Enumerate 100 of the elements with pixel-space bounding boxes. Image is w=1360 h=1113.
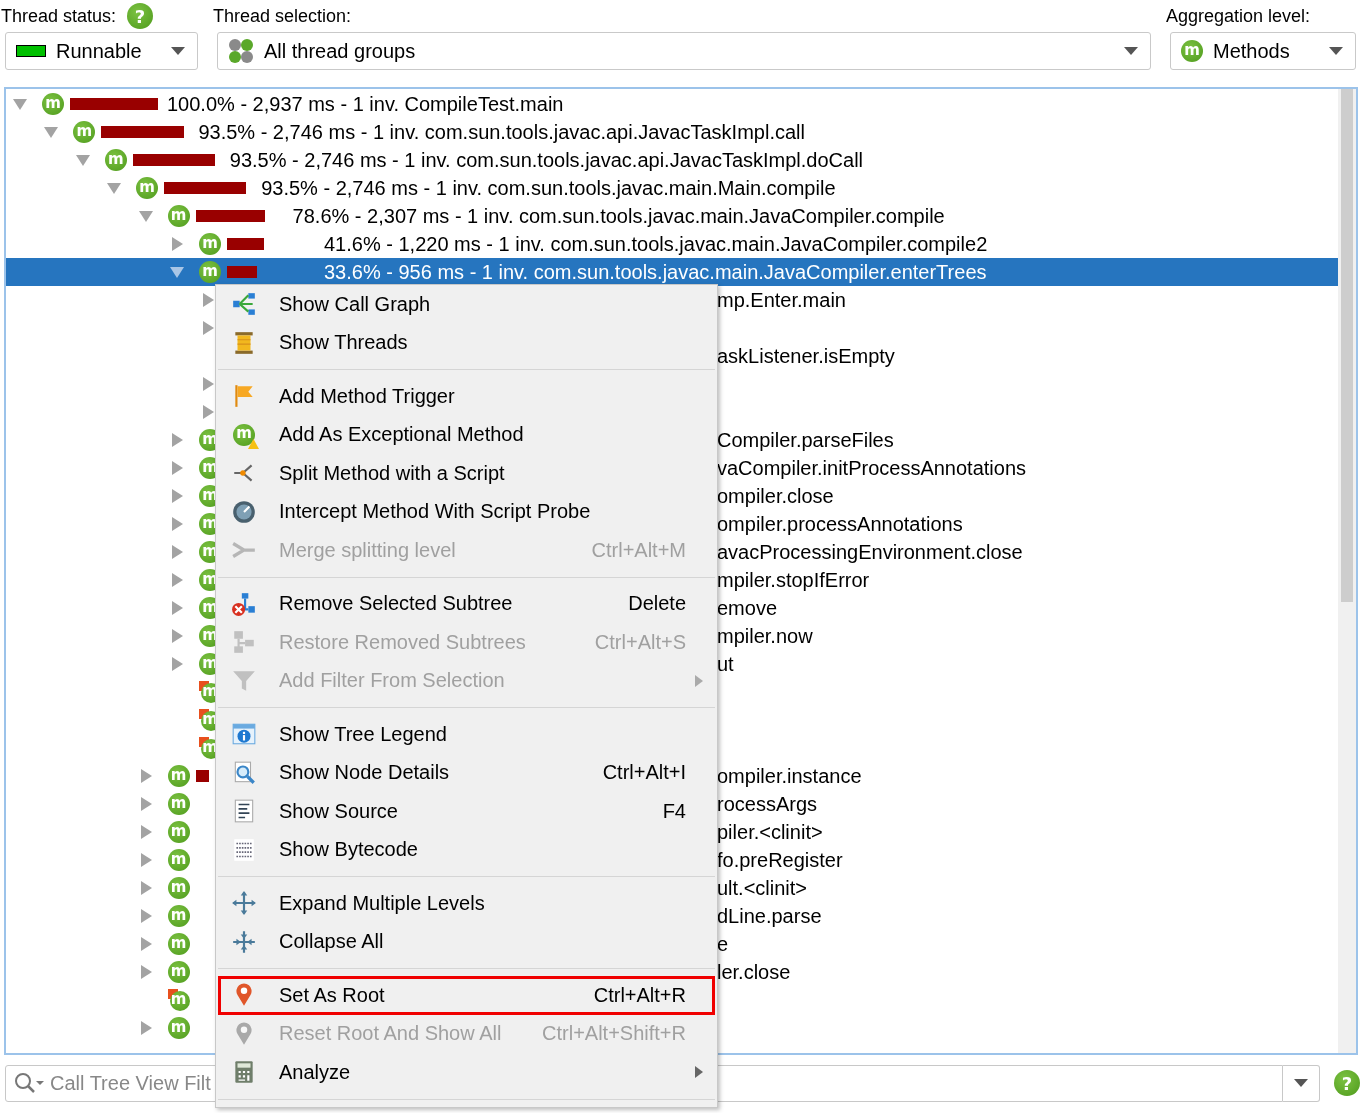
tree-node-label[interactable]: ompiler.processAnnotations: [717, 510, 1338, 538]
menu-item[interactable]: Show Call Graph: [218, 285, 715, 324]
tree-node-label[interactable]: dLine.parse: [717, 902, 1338, 930]
status-swatch-icon: [16, 45, 46, 57]
menu-item[interactable]: Show Node Details Ctrl+Alt+I: [218, 753, 715, 792]
tree-node-label[interactable]: 33.6% - 956 ms - 1 inv. com.sun.tools.javac.main.JavaCompiler.enterTrees: [324, 258, 987, 286]
tree-node-label[interactable]: 100.0% - 2,937 ms - 1 inv. CompileTest.main: [167, 90, 564, 118]
collapse-arrow-icon[interactable]: [170, 433, 184, 447]
method-icon: m: [167, 793, 190, 815]
collapse-arrow-icon[interactable]: [201, 293, 216, 307]
tree-node-label[interactable]: 93.5% - 2,746 ms - 1 inv. com.sun.tools.javac.api.JavacTaskImpl.doCall: [229, 146, 864, 174]
collapse-arrow-icon[interactable]: [138, 797, 153, 811]
collapse-arrow-icon[interactable]: [170, 601, 184, 615]
tree-node-label[interactable]: mp.Enter.main: [717, 286, 1338, 314]
method-icon: m: [167, 821, 190, 843]
menu-item[interactable]: Show Source F4: [218, 792, 715, 831]
collapse-arrow-icon[interactable]: [201, 405, 216, 419]
expand-arrow-icon[interactable]: [138, 209, 153, 223]
tree-node-label[interactable]: mpiler.stopIfError: [717, 566, 1338, 594]
menu-item[interactable]: Show Bytecode: [218, 830, 715, 869]
tree-node-label[interactable]: ompiler.close: [717, 482, 1338, 510]
method-icon: m: [199, 261, 221, 283]
collapse-arrow-icon[interactable]: [138, 881, 153, 895]
call-graph-icon: [231, 291, 257, 318]
tree-node-label[interactable]: askListener.isEmpty: [717, 342, 1338, 370]
bytecode-icon: [231, 836, 257, 863]
scrollbar[interactable]: [1338, 89, 1356, 1053]
collapse-arrow-icon[interactable]: [201, 321, 216, 335]
collapse-arrow-icon[interactable]: [138, 965, 153, 979]
method-icon: m: [167, 933, 190, 955]
method-icon: m: [42, 93, 64, 115]
collapse-arrow-icon[interactable]: [138, 769, 153, 783]
thread-status-dropdown[interactable]: Runnable: [5, 32, 198, 70]
expand-arrows-icon: [231, 890, 257, 917]
tree-node-label[interactable]: 93.5% - 2,746 ms - 1 inv. com.sun.tools.javac.main.Main.compile: [261, 174, 836, 202]
menu-item[interactable]: Remove Selected Subtree Delete: [218, 584, 715, 623]
collapse-arrow-icon[interactable]: [138, 937, 153, 951]
menu-item[interactable]: Expand Multiple Levels: [218, 884, 715, 923]
tree-node-label[interactable]: vaCompiler.initProcessAnnotations: [717, 454, 1338, 482]
restore-subtree-icon: [231, 629, 257, 656]
tree-node-label[interactable]: avacProcessingEnvironment.close: [717, 538, 1338, 566]
collapse-arrow-icon[interactable]: [170, 237, 184, 251]
submenu-arrow-icon: [695, 674, 703, 687]
collapse-arrow-icon[interactable]: [201, 377, 216, 391]
scrollbar-thumb[interactable]: [1341, 89, 1353, 602]
menu-item[interactable]: Split Method with a Script: [218, 454, 715, 493]
expand-arrow-icon[interactable]: [170, 265, 184, 279]
expand-arrow-icon[interactable]: [75, 153, 90, 167]
tree-node-label[interactable]: rocessArgs: [717, 790, 1338, 818]
expand-arrow-icon[interactable]: [44, 125, 59, 139]
tree-node-label[interactable]: emove: [717, 594, 1338, 622]
tree-node-label[interactable]: fo.preRegister: [717, 846, 1338, 874]
warning-icon: [248, 438, 259, 449]
menu-item[interactable]: Collapse All: [218, 922, 715, 961]
collapse-arrow-icon[interactable]: [170, 545, 184, 559]
method-icon: m: [167, 877, 190, 899]
collapse-arrow-icon[interactable]: [138, 825, 153, 839]
tree-node-label[interactable]: ler.close: [717, 958, 1338, 986]
aggregation-level-dropdown[interactable]: m Methods: [1170, 32, 1356, 70]
tree-node-label[interactable]: 78.6% - 2,307 ms - 1 inv. com.sun.tools.javac.main.JavaCompiler.compile: [292, 202, 945, 230]
menu-item[interactable]: Intercept Method With Script Probe: [218, 492, 715, 531]
menu-item[interactable]: Set As Root Ctrl+Alt+R: [218, 976, 715, 1015]
expand-arrow-icon[interactable]: [13, 97, 27, 111]
collapse-arrow-icon[interactable]: [138, 1021, 153, 1035]
thread-selection-label: Thread selection:: [213, 5, 352, 27]
collapse-arrow-icon[interactable]: [170, 489, 184, 503]
tree-node-label[interactable]: e: [717, 930, 1338, 958]
menu-item[interactable]: m Add As Exceptional Method: [218, 415, 715, 454]
selected-row[interactable]: m 33.6% - 956 ms - 1 inv. com.sun.tools.javac.main.JavaCompiler.enterTrees: [6, 258, 1338, 286]
tree-node-label[interactable]: piler.<clinit>: [717, 818, 1338, 846]
collapse-arrow-icon[interactable]: [170, 517, 184, 531]
method-icon: m: [199, 233, 221, 255]
collapse-arrow-icon[interactable]: [170, 657, 184, 671]
method-icon: m: [167, 205, 190, 227]
collapse-arrow-icon[interactable]: [170, 461, 184, 475]
tree-node-label[interactable]: ompiler.instance: [717, 762, 1338, 790]
tree-node-label[interactable]: 93.5% - 2,746 ms - 1 inv. com.sun.tools.javac.api.JavacTaskImpl.call: [198, 118, 805, 146]
tree-node-label[interactable]: ut: [717, 650, 1338, 678]
history-dropdown[interactable]: [1283, 1064, 1320, 1102]
method-icon: m: [167, 989, 190, 1011]
tree-node-label[interactable]: 41.6% - 1,220 ms - 1 inv. com.sun.tools.javac.main.JavaCompiler.compile2: [324, 230, 988, 258]
method-icon: m: [233, 423, 255, 446]
method-icon: m: [167, 1017, 190, 1039]
menu-item[interactable]: Show Threads: [218, 323, 715, 362]
menu-item[interactable]: Add Method Trigger: [218, 377, 715, 416]
menu-item[interactable]: Show Tree Legend: [218, 715, 715, 754]
tree-node-label[interactable]: Compiler.parseFiles: [717, 426, 1338, 454]
method-icon: m: [104, 149, 127, 171]
collapse-arrow-icon[interactable]: [138, 909, 153, 923]
collapse-arrow-icon[interactable]: [170, 573, 184, 587]
thread-selection-dropdown[interactable]: All thread groups: [217, 32, 1151, 70]
remove-subtree-icon: [231, 590, 257, 617]
dropdown-caret-icon: [1329, 47, 1343, 55]
expand-arrow-icon[interactable]: [107, 181, 122, 195]
collapse-arrow-icon[interactable]: [138, 853, 153, 867]
dropdown-caret-icon: [1124, 47, 1138, 55]
menu-item[interactable]: Analyze: [218, 1053, 715, 1092]
tree-node-label[interactable]: ult.<clinit>: [717, 874, 1338, 902]
tree-node-label[interactable]: mpiler.now: [717, 622, 1338, 650]
collapse-arrow-icon[interactable]: [170, 629, 184, 643]
